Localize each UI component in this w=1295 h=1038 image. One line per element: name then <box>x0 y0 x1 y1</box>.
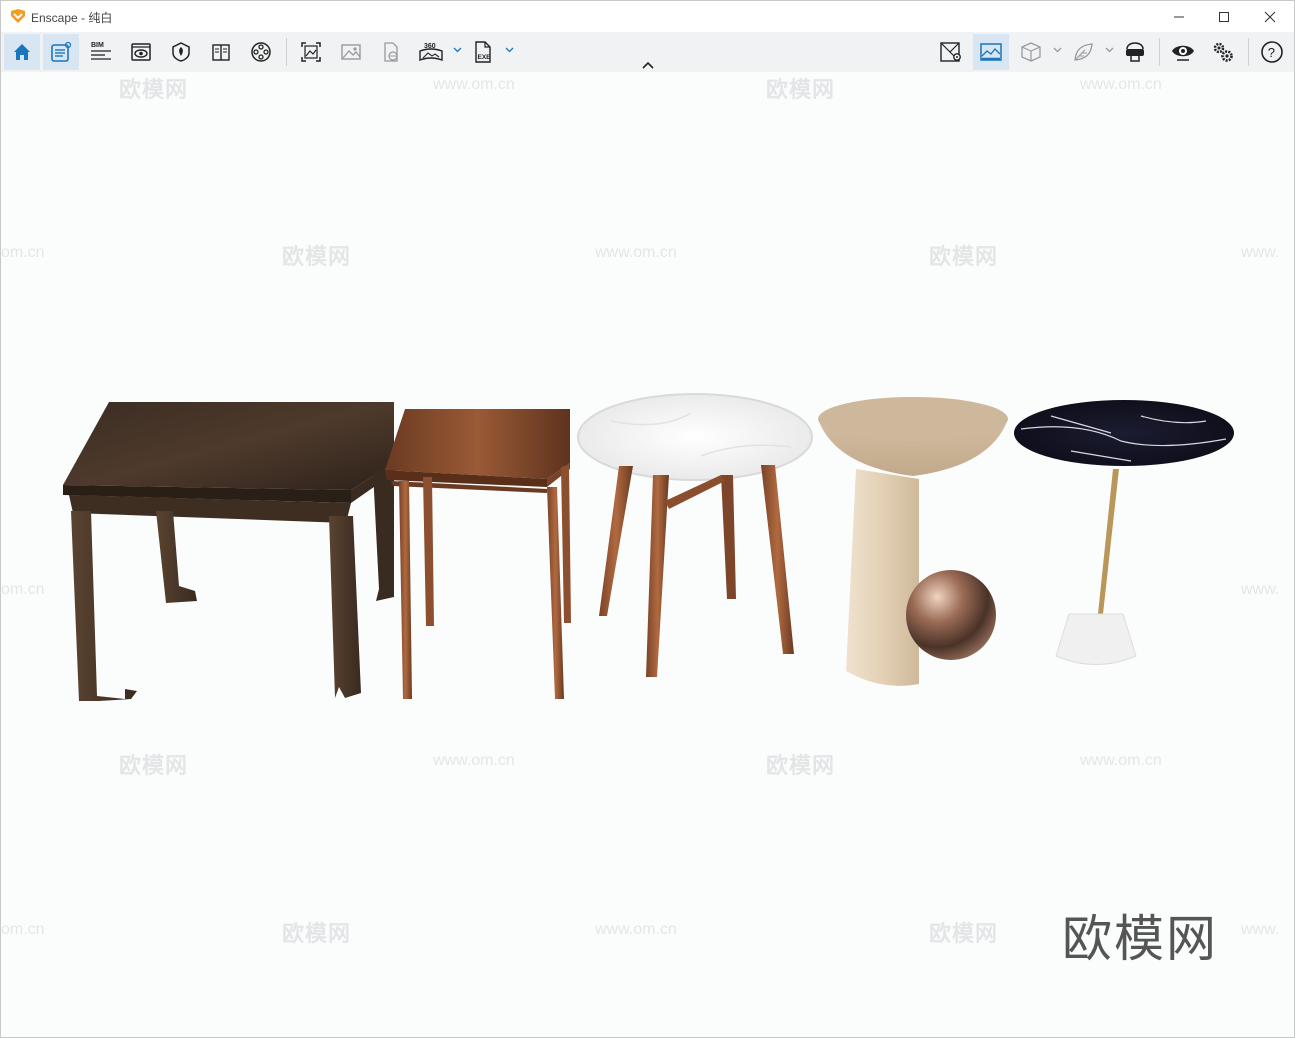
web-standalone-button[interactable] <box>373 34 409 70</box>
help-circle-icon: ? <box>1261 41 1283 63</box>
white-marble-round-table <box>577 393 813 677</box>
chevron-down-icon <box>453 47 461 53</box>
manual-button[interactable] <box>203 34 239 70</box>
screenshot-icon <box>301 42 321 62</box>
asset-library-dropdown[interactable] <box>1051 42 1063 58</box>
document-name: 纯白 <box>88 11 113 25</box>
toolbar-separator <box>1248 38 1249 66</box>
home-icon <box>14 44 30 60</box>
eye-monitor-icon <box>131 43 151 61</box>
map-button[interactable] <box>933 34 969 70</box>
eye-icon <box>1172 45 1194 61</box>
collapse-toolbar-button[interactable] <box>638 57 658 73</box>
travertine-pedestal-table <box>818 397 1008 686</box>
export-dropdown[interactable] <box>503 42 515 58</box>
rendered-scene <box>63 393 1234 701</box>
materials-button[interactable] <box>1065 34 1101 70</box>
window-title: Enscape - 纯白 <box>31 9 112 26</box>
render-viewport[interactable]: 欧模网 www.om.cn 欧模网 www.om.cn om.cn 欧模网 ww… <box>1 72 1294 1037</box>
vr-headset-button[interactable] <box>1117 34 1153 70</box>
minimize-icon <box>1174 16 1184 17</box>
chevron-down-icon <box>1053 47 1061 53</box>
video-button[interactable] <box>243 34 279 70</box>
title-bar[interactable]: Enscape - 纯白 <box>1 1 1294 32</box>
map-icon <box>940 42 961 62</box>
home-button[interactable] <box>4 34 40 70</box>
bim-label: BIM <box>91 42 104 49</box>
bim-icon: BIM <box>91 42 111 60</box>
settings-button[interactable] <box>1205 34 1241 70</box>
exe-file-icon: EXE <box>475 41 492 63</box>
film-reel-icon <box>251 42 271 62</box>
walnut-square-table <box>385 409 571 699</box>
dark-wood-square-table <box>63 402 394 701</box>
sketch-button[interactable] <box>43 34 79 70</box>
enscape-logo-icon <box>11 9 25 23</box>
panorama-360-icon: 360 <box>419 43 443 61</box>
sketch-icon <box>51 41 72 62</box>
toolbar-separator <box>1159 38 1160 66</box>
cube-icon <box>1021 42 1041 62</box>
app-name: Enscape <box>31 11 78 25</box>
app-window: Enscape - 纯白 BIM 360 EXE ? 欧模网 www.om.cn… <box>0 0 1295 1038</box>
black-marble-side-table <box>1014 400 1234 665</box>
gears-icon <box>1213 42 1233 62</box>
title-separator: - <box>77 11 89 25</box>
chevron-down-icon <box>505 47 513 53</box>
asset-library-button[interactable] <box>1013 34 1049 70</box>
minimize-button[interactable] <box>1156 1 1202 32</box>
leaf-icon <box>1074 43 1093 61</box>
file-globe-icon <box>384 42 398 62</box>
batch-render-button[interactable] <box>333 34 369 70</box>
shield-icon <box>172 42 190 62</box>
help-button[interactable]: ? <box>1254 34 1290 70</box>
chevron-down-icon <box>1105 47 1113 53</box>
brand-watermark: 欧模网 <box>1062 911 1218 967</box>
visual-settings-button[interactable] <box>1165 34 1201 70</box>
panorama-button[interactable]: 360 <box>413 34 449 70</box>
panorama-dropdown[interactable] <box>451 42 463 58</box>
close-icon <box>1264 11 1276 22</box>
maximize-icon <box>1219 11 1229 22</box>
export-exe-button[interactable]: EXE <box>465 34 501 70</box>
landscape-icon <box>980 43 1002 61</box>
close-button[interactable] <box>1247 1 1293 32</box>
bim-button[interactable]: BIM <box>83 34 119 70</box>
materials-dropdown[interactable] <box>1103 42 1115 58</box>
sections-button[interactable] <box>163 34 199 70</box>
toolbar-separator <box>286 38 287 66</box>
maximize-button[interactable] <box>1201 1 1247 32</box>
help-label: ? <box>1268 45 1275 60</box>
book-icon <box>212 44 230 61</box>
atmosphere-button[interactable] <box>973 34 1009 70</box>
exe-label: EXE <box>478 54 492 61</box>
views-button[interactable] <box>123 34 159 70</box>
chevron-up-icon <box>642 61 654 69</box>
image-icon <box>341 44 361 60</box>
vr-headset-icon <box>1126 42 1144 62</box>
screenshot-button[interactable] <box>293 34 329 70</box>
